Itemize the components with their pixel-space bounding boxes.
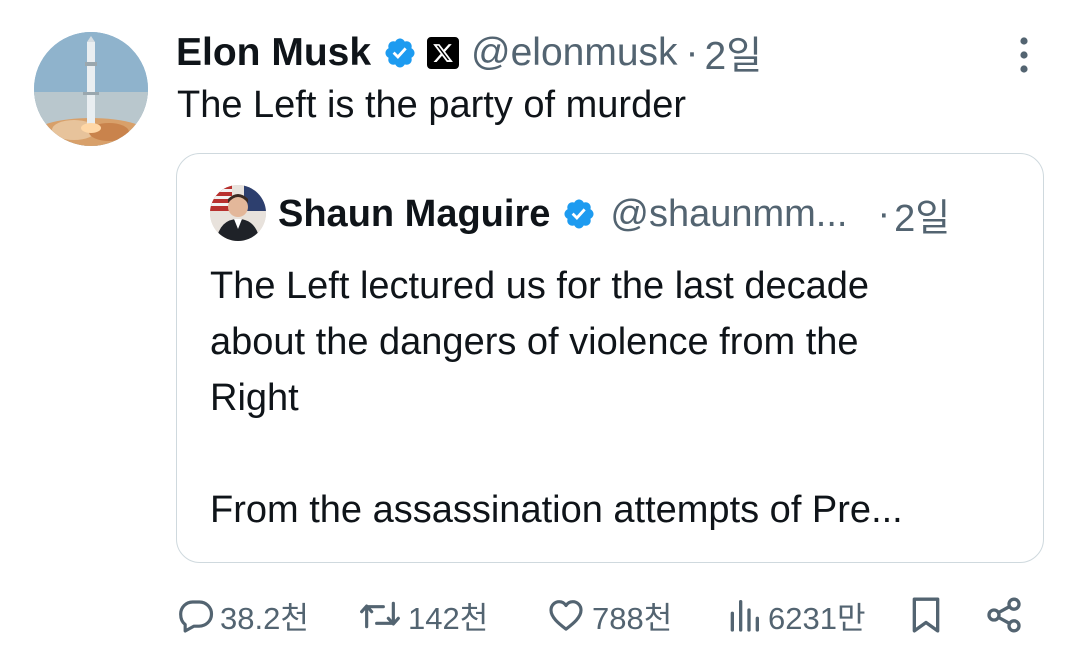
repost-icon xyxy=(356,595,404,635)
quote-text-line: From the assassination attempts of Pre..… xyxy=(210,489,903,531)
quote-author-name[interactable]: Shaun Maguire xyxy=(278,193,550,236)
quote-timestamp[interactable]: 2일 xyxy=(894,187,950,242)
bookmark-button[interactable] xyxy=(906,590,946,640)
quote-text-line: The Left lectured us for the last decade xyxy=(210,265,870,307)
tweet[interactable]: Elon Musk @elonmusk · 2일 The Left is the… xyxy=(0,0,1080,670)
views-button[interactable]: 6231만 xyxy=(724,590,865,640)
quote-text: The Left lectured us for the last decade… xyxy=(210,258,1010,538)
quote-text-line: about the dangers of violence from the xyxy=(210,321,859,363)
x-logo-icon[interactable] xyxy=(427,37,460,69)
quote-avatar[interactable] xyxy=(210,185,266,241)
separator-dot: · xyxy=(685,31,699,74)
tweet-text: The Left is the party of murder xyxy=(177,84,687,126)
author-name[interactable]: Elon Musk xyxy=(176,31,371,75)
action-bar: 38.2천 142천 788천 6231만 xyxy=(176,590,1046,640)
tweet-header: Elon Musk @elonmusk · 2일 xyxy=(176,28,762,78)
repost-button[interactable]: 142천 xyxy=(356,590,488,640)
verified-badge-icon[interactable] xyxy=(383,36,417,70)
repost-count: 142천 xyxy=(408,600,489,636)
more-icon[interactable] xyxy=(1014,36,1034,74)
share-button[interactable] xyxy=(982,590,1026,640)
timestamp[interactable]: 2일 xyxy=(705,25,763,81)
quote-header: Shaun Maguire @shaunmm... · 2일 xyxy=(278,190,950,240)
share-icon xyxy=(982,595,1026,635)
quote-author-handle[interactable]: @shaunmm... xyxy=(610,193,847,236)
like-icon xyxy=(544,595,588,635)
reply-button[interactable]: 38.2천 xyxy=(176,590,309,640)
reply-icon xyxy=(176,595,216,635)
avatar[interactable] xyxy=(34,32,148,146)
separator-dot: · xyxy=(877,192,891,235)
views-icon xyxy=(724,595,764,635)
like-count: 788천 xyxy=(592,600,673,636)
like-button[interactable]: 788천 xyxy=(544,590,672,640)
author-handle[interactable]: @elonmusk xyxy=(471,31,678,75)
quoted-tweet[interactable]: Shaun Maguire @shaunmm... · 2일 The Left … xyxy=(176,153,1044,563)
quote-text-line: Right xyxy=(210,377,299,419)
bookmark-icon xyxy=(906,594,946,636)
verified-badge-icon[interactable] xyxy=(562,197,596,231)
views-count: 6231만 xyxy=(768,600,866,636)
reply-count: 38.2천 xyxy=(220,600,309,636)
